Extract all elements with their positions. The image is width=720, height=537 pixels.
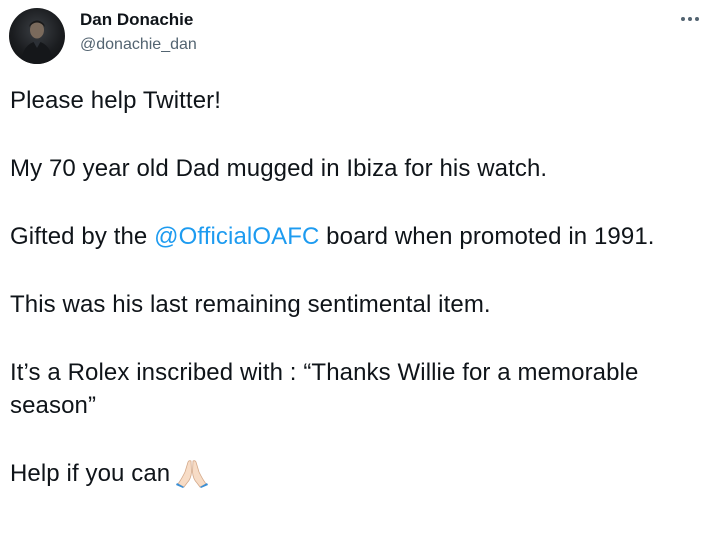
tweet-text-segment: Gifted by the — [10, 223, 155, 250]
tweet-card: Dan Donachie @donachie_dan Please help T… — [0, 0, 720, 537]
tweet-paragraph: Gifted by the @OfficialOAFC board when p… — [10, 220, 700, 253]
tweet-paragraph: Help if you can — [10, 457, 700, 497]
tweet-text: Please help Twitter! My 70 year old Dad … — [10, 84, 700, 497]
tweet-paragraph: Please help Twitter! — [10, 87, 222, 114]
more-options-button[interactable] — [676, 8, 704, 30]
tweet-text-segment: board when promoted in 1991. — [319, 223, 655, 250]
tweet-paragraph: This was his last remaining sentimental … — [10, 291, 491, 318]
tweet-paragraph: It’s a Rolex inscribed with : “Thanks Wi… — [10, 359, 639, 419]
tweet-paragraph: My 70 year old Dad mugged in Ibiza for h… — [10, 155, 548, 182]
avatar[interactable] — [9, 8, 65, 64]
more-options-icon — [681, 17, 699, 21]
user-handle[interactable]: @donachie_dan — [80, 36, 197, 54]
mention-link[interactable]: @OfficialOAFC — [154, 223, 319, 250]
folded-hands-emoji-icon — [176, 458, 209, 497]
profile-photo-icon — [21, 20, 53, 64]
tweet-text-segment: Help if you can — [10, 460, 171, 487]
display-name[interactable]: Dan Donachie — [80, 10, 193, 30]
